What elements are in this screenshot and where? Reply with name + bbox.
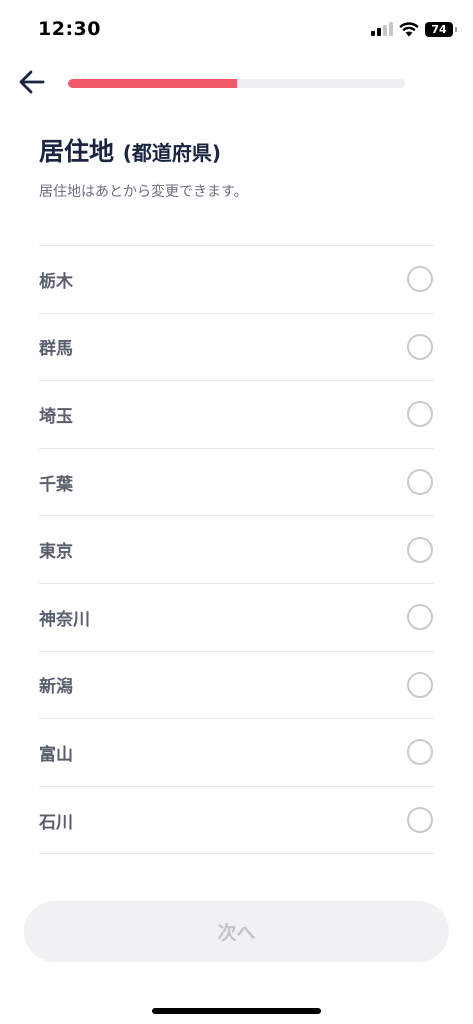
page-title-main: 居住地 [39,137,115,166]
cellular-signal-icon [371,22,393,36]
page-title: 居住地 (都道府県) [39,132,221,168]
radio-button-icon[interactable] [407,469,433,496]
back-button[interactable] [14,64,50,100]
list-item[interactable]: 千葉 [39,449,434,517]
status-time: 12:30 [38,18,101,40]
arrow-left-icon [19,70,45,94]
status-bar: 12:30 74 [0,0,473,60]
progress-fill [68,79,237,88]
radio-button-icon[interactable] [407,266,433,293]
prefecture-list: 栃木 群馬 埼玉 千葉 東京 神奈川 新潟 富山 石川 [39,245,434,855]
next-button-label: 次へ [217,922,256,944]
prefecture-label: 東京 [39,542,73,563]
progress-bar [68,79,405,88]
list-item[interactable]: 栃木 [39,246,434,314]
radio-button-icon[interactable] [407,536,433,563]
radio-button-icon[interactable] [407,739,433,766]
battery-icon: 74 [425,21,457,37]
page-title-suffix: (都道府県) [122,141,222,165]
prefecture-label: 富山 [39,744,73,765]
status-indicators: 74 [371,18,457,40]
list-item[interactable]: 埼玉 [39,381,434,449]
home-indicator[interactable] [152,1008,321,1014]
list-item[interactable]: 富山 [39,719,434,787]
list-item[interactable]: 群馬 [39,314,434,382]
radio-button-icon[interactable] [407,671,433,698]
prefecture-label: 群馬 [39,339,73,360]
radio-button-icon[interactable] [407,401,433,428]
next-button[interactable]: 次へ [24,901,449,962]
radio-button-icon[interactable] [407,807,433,834]
radio-button-icon[interactable] [407,604,433,631]
page-subtitle: 居住地はあとから変更できます。 [39,184,248,200]
battery-level: 74 [431,22,447,36]
list-item[interactable]: 新潟 [39,652,434,720]
wifi-icon [399,21,419,37]
prefecture-label: 石川 [39,812,73,833]
list-item[interactable]: 神奈川 [39,584,434,652]
radio-button-icon[interactable] [407,333,433,360]
list-item[interactable]: 東京 [39,516,434,584]
prefecture-label: 栃木 [39,271,73,292]
prefecture-label: 千葉 [39,474,73,495]
list-item[interactable]: 石川 [39,787,434,855]
prefecture-label: 埼玉 [39,406,73,427]
prefecture-label: 新潟 [39,677,73,698]
prefecture-label: 神奈川 [39,609,90,630]
